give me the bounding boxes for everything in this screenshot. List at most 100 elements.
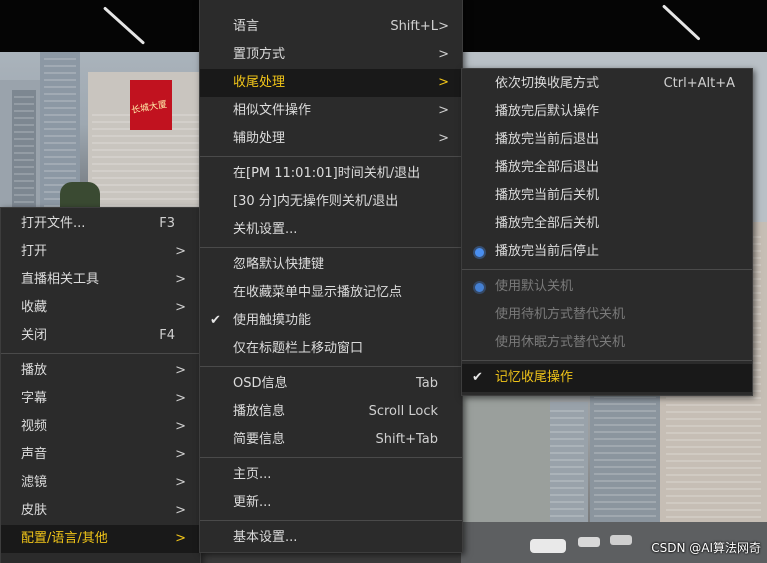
menu-item-exit-after-all[interactable]: 播放完全部后退出 xyxy=(462,154,752,182)
menu-item-video[interactable]: 视频 > xyxy=(1,413,200,441)
menu-item-audio[interactable]: 声音 > xyxy=(1,441,200,469)
menu-item-shutdown-settings[interactable]: 关机设置... xyxy=(200,216,462,244)
submenu-arrow-icon: > xyxy=(438,103,449,118)
menu-item-label: 语言 xyxy=(233,19,260,34)
menu-item-label: 打开 xyxy=(21,244,48,259)
menu-item-basic-settings[interactable]: 基本设置... xyxy=(200,524,462,552)
checkmark-icon: ✔ xyxy=(210,313,221,328)
menu-item-label: 在[PM 11:01:01]时间关机/退出 xyxy=(233,166,421,181)
menu-item-live-tools[interactable]: 直播相关工具 > xyxy=(1,266,200,294)
menu-item-open[interactable]: 打开 > xyxy=(1,238,200,266)
menu-item-config-language-other[interactable]: 配置/语言/其他 > xyxy=(1,525,200,553)
menu-item-label: 使用默认关机 xyxy=(495,279,574,294)
menu-item-assist[interactable]: 辅助处理 > xyxy=(200,125,462,153)
submenu-arrow-icon: > xyxy=(175,419,186,434)
menu-item-move-by-titlebar[interactable]: 仅在标题栏上移动窗口 xyxy=(200,335,462,363)
submenu-arrow-icon: > xyxy=(175,475,186,490)
menu-item-label: 播放完当前后关机 xyxy=(495,188,600,203)
menu-item-label: 播放完后默认操作 xyxy=(495,104,600,119)
menu-item-default-after-play[interactable]: 播放完后默认操作 xyxy=(462,98,752,126)
menu-item-label: 播放完当前后退出 xyxy=(495,132,600,147)
menu-item-shortcut: Scroll Lock xyxy=(368,404,438,419)
menu-separator xyxy=(200,520,462,521)
menu-item-label: 基本设置... xyxy=(233,530,298,545)
menu-item-on-top-mode[interactable]: 置顶方式 > xyxy=(200,41,462,69)
menu-item-stop-after-current[interactable]: 播放完当前后停止 xyxy=(462,238,752,266)
menu-item-label: 主页... xyxy=(233,467,272,482)
menu-item-label: 仅在标题栏上移动窗口 xyxy=(233,341,364,356)
submenu-arrow-icon: > xyxy=(438,47,449,62)
menu-item-filters[interactable]: 滤镜 > xyxy=(1,469,200,497)
menu-item-osd-info[interactable]: OSD信息 Tab xyxy=(200,370,462,398)
menu-item-label: 收尾处理 xyxy=(233,75,286,90)
menu-item-use-default-shutdown[interactable]: 使用默认关机 xyxy=(462,273,752,301)
menu-item-shutdown-after-all[interactable]: 播放完全部后关机 xyxy=(462,210,752,238)
submenu-arrow-icon: > xyxy=(175,300,186,315)
menu-item-label: 皮肤 xyxy=(21,503,48,518)
menu-item-label: 直播相关工具 xyxy=(21,272,100,287)
menu-item-label: 依次切换收尾方式 xyxy=(495,76,600,91)
menu-item-label: 视频 xyxy=(21,419,48,434)
menu-separator xyxy=(462,269,752,270)
menu-item-label: 忽略默认快捷键 xyxy=(233,257,325,272)
menu-item-playback[interactable]: 播放 > xyxy=(1,357,200,385)
menu-item-label: 播放 xyxy=(21,363,48,378)
menu-item-brief-info[interactable]: 简要信息 Shift+Tab xyxy=(200,426,462,454)
menu-item-timed-shutdown[interactable]: 在[PM 11:01:01]时间关机/退出 xyxy=(200,160,462,188)
menu-item-label: 声音 xyxy=(21,447,48,462)
menu-item-shortcut: F4 xyxy=(159,328,175,343)
menu-item-show-play-memory[interactable]: 在收藏菜单中显示播放记忆点 xyxy=(200,279,462,307)
menu-separator xyxy=(1,353,200,354)
menu-item-end-handling[interactable]: 收尾处理 > xyxy=(200,69,462,97)
menu-item-skins[interactable]: 皮肤 > xyxy=(1,497,200,525)
menu-item-homepage[interactable]: 主页... xyxy=(200,461,462,489)
menu-item-cycle-end-mode[interactable]: 依次切换收尾方式 Ctrl+Alt+A xyxy=(462,70,752,98)
menu-item-label: 使用待机方式替代关机 xyxy=(495,307,626,322)
submenu-arrow-icon: > xyxy=(175,447,186,462)
menu-item-language[interactable]: 语言 Shift+L > xyxy=(200,13,462,41)
menu-item-ignore-default-hotkeys[interactable]: 忽略默认快捷键 xyxy=(200,251,462,279)
menu-item-idle-shutdown[interactable]: [30 分]内无操作则关机/退出 xyxy=(200,188,462,216)
menu-item-shortcut: Shift+L xyxy=(390,19,438,34)
menu-item-standby-instead[interactable]: 使用待机方式替代关机 xyxy=(462,301,752,329)
menu-item-use-touch[interactable]: ✔ 使用触摸功能 xyxy=(200,307,462,335)
menu-item-label: 关机设置... xyxy=(233,222,298,237)
menu-item-label: 播放完当前后停止 xyxy=(495,244,600,259)
menu-separator xyxy=(200,457,462,458)
menu-item-label: 关闭 xyxy=(21,328,48,343)
menu-item-remember-end-action[interactable]: ✔ 记忆收尾操作 xyxy=(462,364,752,392)
radio-selected-icon xyxy=(475,248,484,257)
menu-item-subtitles[interactable]: 字幕 > xyxy=(1,385,200,413)
menu-item-shutdown-after-current[interactable]: 播放完当前后关机 xyxy=(462,182,752,210)
menu-item-exit-after-current[interactable]: 播放完当前后退出 xyxy=(462,126,752,154)
menu-item-close[interactable]: 关闭 F4 xyxy=(1,322,200,350)
main-context-menu: 打开文件... F3 打开 > 直播相关工具 > 收藏 > 关闭 F4 播放 >… xyxy=(0,207,201,563)
menu-item-label: 字幕 xyxy=(21,391,48,406)
menu-separator xyxy=(200,247,462,248)
submenu-arrow-icon: > xyxy=(175,244,186,259)
checkmark-icon: ✔ xyxy=(472,370,483,385)
submenu-arrow-icon: > xyxy=(175,391,186,406)
config-submenu: 语言 Shift+L > 置顶方式 > 收尾处理 > 相似文件操作 > 辅助处理… xyxy=(199,0,463,553)
menu-separator xyxy=(200,156,462,157)
menu-item-label: 播放完全部后关机 xyxy=(495,216,600,231)
menu-item-label: 使用触摸功能 xyxy=(233,313,312,328)
submenu-arrow-icon: > xyxy=(438,19,449,34)
menu-item-open-file[interactable]: 打开文件... F3 xyxy=(1,210,200,238)
menu-item-favorites[interactable]: 收藏 > xyxy=(1,294,200,322)
submenu-arrow-icon: > xyxy=(438,75,449,90)
menu-item-hibernate-instead[interactable]: 使用休眠方式替代关机 xyxy=(462,329,752,357)
menu-item-label: [30 分]内无操作则关机/退出 xyxy=(233,194,399,209)
menu-item-label: 打开文件... xyxy=(21,216,86,231)
menu-item-playback-info[interactable]: 播放信息 Scroll Lock xyxy=(200,398,462,426)
submenu-arrow-icon: > xyxy=(438,131,449,146)
menu-item-update[interactable]: 更新... xyxy=(200,489,462,517)
menu-item-label: 播放信息 xyxy=(233,404,286,419)
watermark: CSDN @AI算法网奇 xyxy=(651,541,761,555)
menu-item-similar-files[interactable]: 相似文件操作 > xyxy=(200,97,462,125)
menu-item-label: OSD信息 xyxy=(233,376,288,391)
menu-item-label: 简要信息 xyxy=(233,432,286,447)
menu-item-label: 记忆收尾操作 xyxy=(495,370,574,385)
menu-item-shortcut: F3 xyxy=(159,216,175,231)
submenu-arrow-icon: > xyxy=(175,531,186,546)
